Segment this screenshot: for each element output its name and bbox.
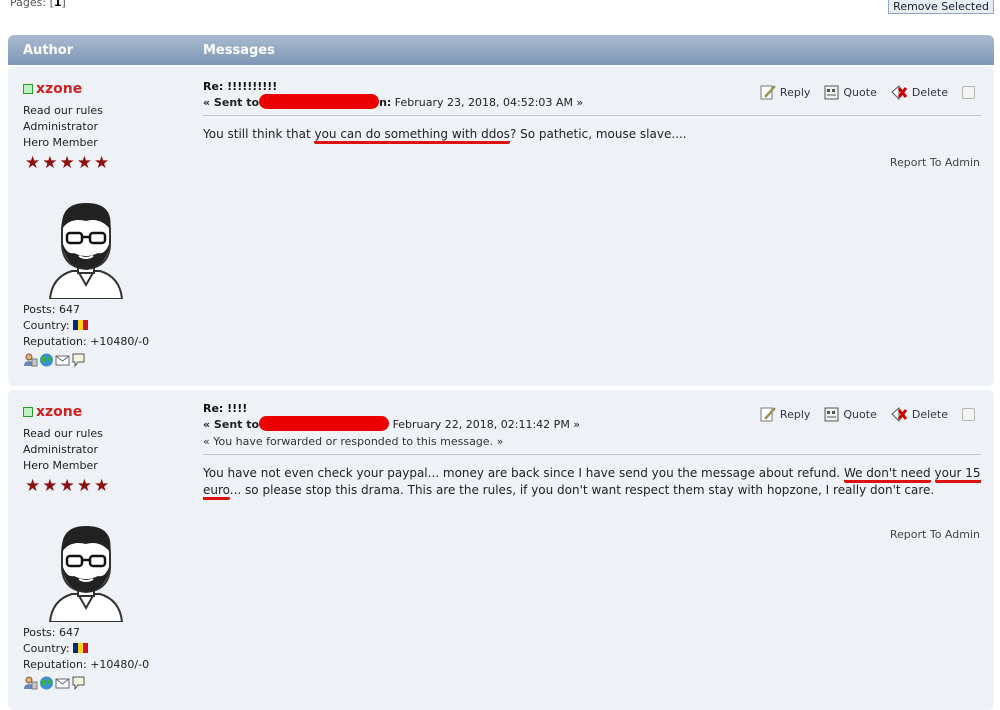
reputation: Reputation: +10480/-0 [23,658,150,671]
message-text: ... so please stop this drama. This are … [229,483,935,497]
avatar [48,526,124,623]
reply-label: Reply [779,407,811,421]
post-count: Posts: 647 [23,626,80,639]
quote-label: Quote [843,85,877,99]
profile-icons [23,676,183,690]
author-column-header: Author [23,43,74,58]
table-header: Author Messages [8,35,994,65]
page-current-link[interactable]: 1 [54,0,62,9]
post-actions: Reply Quote Delete [760,406,975,422]
reply-icon [760,407,776,422]
quote-icon [824,407,839,421]
profile-icon[interactable] [23,676,38,690]
rank-stars-icon: ★★★★★ [25,476,112,496]
redaction-mark [259,416,390,431]
quote-icon [824,85,839,99]
author-rank: Hero Member [23,136,98,149]
underlined-text: We don't need [843,466,931,483]
email-icon[interactable] [55,676,70,690]
author-rank: Hero Member [23,459,98,472]
pagination: Pages: [1] [10,0,66,9]
sent-date: February 23, 2018, 04:52:03 AM » [394,96,584,109]
author-name: xzone [36,404,83,420]
message-post: xzone Read our rules Administrator Hero … [8,390,994,710]
pages-end: ] [61,0,66,9]
reply-button[interactable]: Reply [760,406,810,422]
profile-icons [23,353,183,367]
underlined-text: you can do something with ddos [314,127,510,144]
email-icon[interactable] [55,353,70,367]
website-globe-icon[interactable] [39,353,54,367]
divider [203,454,981,455]
delete-icon [891,406,908,422]
delete-button[interactable]: Delete [891,84,948,100]
reply-icon [760,85,776,100]
message-content: Re: !!!!!!!!!! « Sent to n: February 23, … [203,80,981,144]
online-status-icon [23,407,33,417]
message-body: You still think that you can do somethin… [203,126,981,144]
messages-column-header: Messages [203,43,275,58]
message-post: xzone Read our rules Administrator Hero … [8,67,994,386]
message-content: Re: !!!! « Sent to February 22, 2018, 02… [203,402,981,500]
country-row: Country: [23,318,183,334]
report-to-admin-link[interactable]: Report To Admin [890,156,980,169]
select-checkbox[interactable] [962,407,975,421]
redaction-mark [259,94,380,109]
divider [203,115,981,116]
quote-label: Quote [843,407,877,421]
remove-selected-button[interactable]: Remove Selected [888,0,994,14]
author-panel: xzone Read our rules Administrator Hero … [23,81,183,367]
author-name-link[interactable]: xzone [23,81,183,97]
message-text: You still think that [203,127,315,141]
pages-label: Pages: [ [10,0,54,9]
romania-flag-icon [73,320,89,330]
read-rules-text: Read our rules [23,104,103,117]
sent-to-label: « Sent to [203,418,260,431]
country-label: Country: [23,319,70,332]
post-count: Posts: 647 [23,303,80,316]
delete-label: Delete [911,85,948,99]
personal-message-icon[interactable] [71,353,86,367]
read-rules-text: Read our rules [23,427,103,440]
reply-button[interactable]: Reply [760,84,810,100]
author-role: Administrator [23,443,98,456]
top-bar: Pages: [1] Remove Selected [0,0,1000,18]
website-globe-icon[interactable] [39,676,54,690]
author-name-link[interactable]: xzone [23,404,183,420]
report-to-admin-link[interactable]: Report To Admin [890,528,980,541]
sent-on-label: n: [379,96,392,109]
online-status-icon [23,84,33,94]
avatar [48,203,124,300]
delete-label: Delete [911,407,948,421]
quote-button[interactable]: Quote [824,407,877,422]
author-panel: xzone Read our rules Administrator Hero … [23,404,183,690]
personal-message-icon[interactable] [71,676,86,690]
country-label: Country: [23,642,70,655]
rank-stars-icon: ★★★★★ [25,153,112,173]
author-role: Administrator [23,120,98,133]
romania-flag-icon [73,643,89,653]
message-body: You have not even check your paypal... m… [203,465,981,500]
sent-date: February 22, 2018, 02:11:42 PM » [392,418,581,431]
reply-label: Reply [779,85,811,99]
select-checkbox[interactable] [962,85,975,99]
author-name: xzone [36,81,83,97]
message-text: ? So pathetic, mouse slave.... [509,127,687,141]
country-row: Country: [23,641,183,657]
delete-icon [891,84,908,100]
delete-button[interactable]: Delete [891,406,948,422]
profile-icon[interactable] [23,353,38,367]
sent-to-label: « Sent to [203,96,260,109]
post-actions: Reply Quote Delete [760,84,975,100]
forwarded-notice: « You have forwarded or responded to thi… [203,435,504,448]
quote-button[interactable]: Quote [824,85,877,100]
message-text: You have not even check your paypal... m… [203,466,844,480]
reputation: Reputation: +10480/-0 [23,335,150,348]
